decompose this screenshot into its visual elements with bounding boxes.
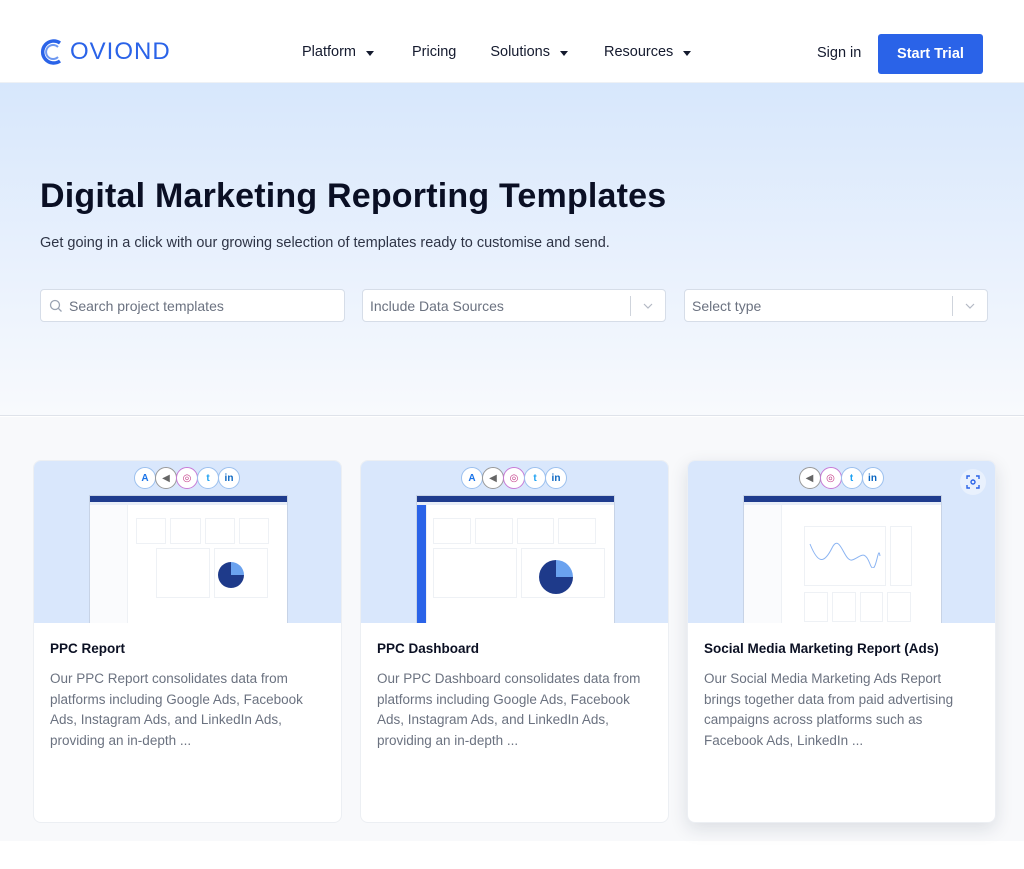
nav-platform[interactable]: Platform	[302, 44, 374, 60]
nav-resources-label: Resources	[603, 44, 674, 60]
site-header: OVIOND Platform Pricing Solutions Resour…	[0, 0, 1024, 83]
report-screenshot	[743, 495, 942, 623]
template-card-ppc-report[interactable]: A ◀ ◎ t in PPC Report Our PPC Report con…	[33, 460, 342, 823]
caret-down-icon	[683, 50, 692, 56]
brand-name: OVIOND	[70, 38, 171, 65]
nav-pricing[interactable]: Pricing	[412, 44, 456, 60]
search-field[interactable]	[40, 289, 345, 322]
google-ads-icon: A	[134, 467, 156, 489]
report-screenshot	[89, 495, 288, 623]
nav-resources[interactable]: Resources	[603, 44, 692, 60]
search-icon	[49, 299, 62, 312]
linkedin-ads-icon: in	[218, 467, 240, 489]
instagram-ads-icon: ◎	[503, 467, 525, 489]
data-sources-placeholder: Include Data Sources	[370, 297, 504, 314]
card-title: PPC Dashboard	[377, 641, 480, 656]
google-ads-icon: A	[461, 467, 483, 489]
template-card-social-media-ads[interactable]: ◀ ◎ t in Social Media Marketing Report (…	[687, 460, 996, 823]
preview-zoom-button[interactable]	[960, 469, 986, 495]
twitter-ads-icon: t	[524, 467, 546, 489]
sign-in-link[interactable]: Sign in	[817, 45, 861, 61]
data-sources-select[interactable]: Include Data Sources	[362, 289, 666, 322]
twitter-ads-icon: t	[840, 467, 863, 489]
focus-scan-icon	[966, 475, 980, 489]
chevron-down-icon[interactable]	[631, 303, 665, 309]
page-subtitle: Get going in a click with our growing se…	[40, 235, 610, 251]
nav-platform-label: Platform	[302, 44, 356, 60]
template-card-ppc-dashboard[interactable]: A ◀ ◎ t in PPC Dashboard Our PPC Dashboa…	[360, 460, 669, 823]
facebook-ads-icon: ◀	[155, 467, 177, 489]
page-title: Digital Marketing Reporting Templates	[40, 177, 667, 215]
hero-section: Digital Marketing Reporting Templates Ge…	[0, 83, 1024, 416]
card-title: PPC Report	[50, 641, 126, 656]
caret-down-icon	[559, 50, 568, 56]
data-source-badges: A ◀ ◎ t in	[361, 467, 668, 489]
template-preview: ◀ ◎ t in	[688, 461, 995, 623]
data-source-badges: A ◀ ◎ t in	[34, 467, 341, 489]
template-preview: A ◀ ◎ t in	[361, 461, 668, 623]
main-nav: Platform Pricing Solutions Resources	[302, 44, 692, 60]
facebook-ads-icon: ◀	[482, 467, 504, 489]
nav-solutions-label: Solutions	[490, 44, 550, 60]
instagram-ads-icon: ◎	[819, 467, 842, 489]
template-preview: A ◀ ◎ t in	[34, 461, 341, 623]
chevron-down-icon[interactable]	[953, 303, 987, 309]
start-trial-button[interactable]: Start Trial	[878, 34, 983, 74]
nav-pricing-label: Pricing	[412, 44, 457, 60]
card-description: Our PPC Dashboard consolidates data from…	[377, 671, 641, 748]
type-select-placeholder: Select type	[692, 297, 762, 314]
twitter-ads-icon: t	[197, 467, 219, 489]
data-source-badges: ◀ ◎ t in	[688, 467, 995, 489]
card-description: Our PPC Report consolidates data from pl…	[50, 671, 303, 748]
type-select[interactable]: Select type	[684, 289, 988, 322]
card-description: Our Social Media Marketing Ads Report br…	[704, 671, 954, 748]
linkedin-ads-icon: in	[861, 467, 884, 489]
nav-solutions[interactable]: Solutions	[490, 44, 568, 60]
search-input[interactable]	[69, 297, 329, 314]
linkedin-ads-icon: in	[545, 467, 567, 489]
oviond-logo-icon	[40, 39, 62, 65]
card-title: Social Media Marketing Report (Ads)	[704, 641, 939, 656]
caret-down-icon	[366, 50, 374, 56]
instagram-ads-icon: ◎	[176, 467, 198, 489]
dashboard-screenshot	[416, 495, 615, 623]
facebook-ads-icon: ◀	[798, 467, 821, 489]
logo[interactable]: OVIOND	[40, 38, 171, 66]
